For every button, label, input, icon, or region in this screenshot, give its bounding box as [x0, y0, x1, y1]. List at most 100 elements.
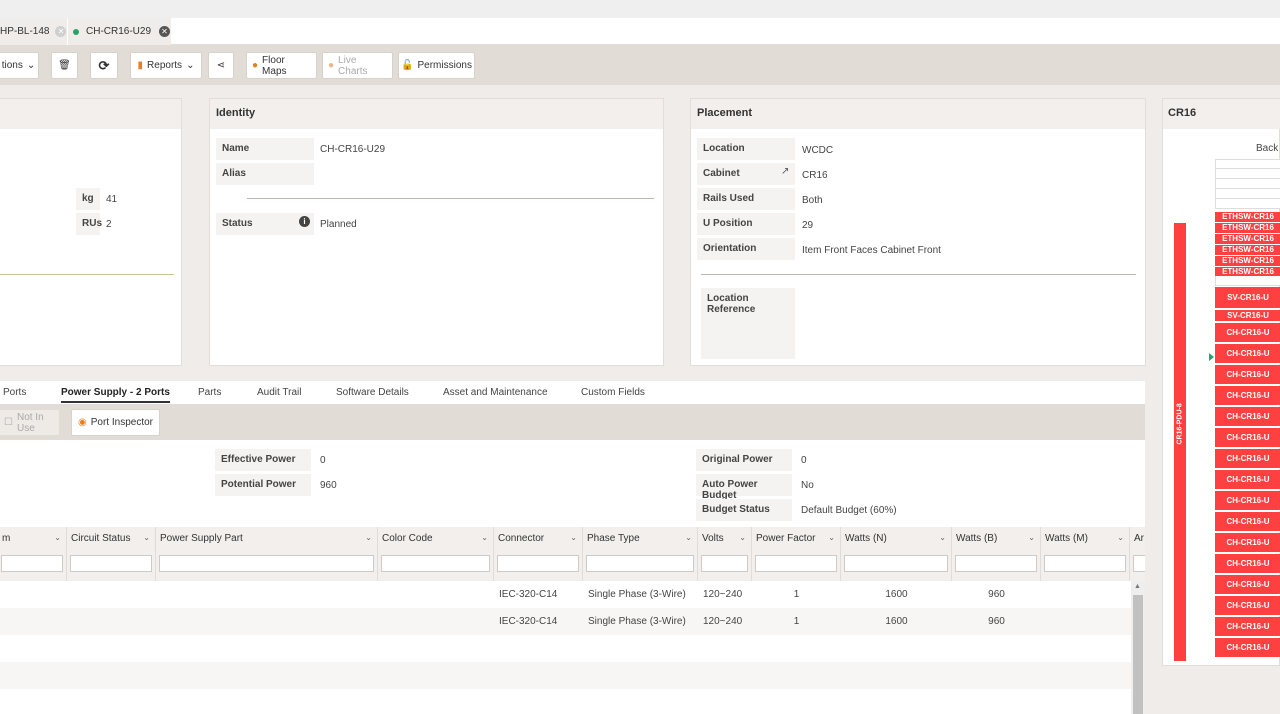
rack-device-slot[interactable]: CH-CR16-U	[1215, 449, 1280, 469]
column-filter-input[interactable]	[70, 555, 152, 572]
column-menu-icon[interactable]: ⌄	[739, 533, 746, 542]
rack-device-slot[interactable]: CH-CR16-U	[1215, 323, 1280, 343]
col-item-header[interactable]: m ⌄	[0, 527, 67, 581]
col-watts-b-header[interactable]: Watts (B) ⌄	[952, 527, 1041, 581]
column-menu-icon[interactable]: ⌄	[685, 533, 692, 542]
rack-device-slot[interactable]: CH-CR16-U	[1215, 617, 1280, 637]
rack-device-slot[interactable]: CH-CR16-U	[1215, 428, 1280, 448]
column-menu-icon[interactable]: ⌄	[365, 533, 372, 542]
rack-device-slot[interactable]: CH-CR16-U	[1215, 470, 1280, 490]
rack-device-slot[interactable]: ETHSW-CR16	[1215, 234, 1280, 245]
tab-ch-cr16-u29[interactable]: CH-CR16-U29 ✕	[67, 18, 171, 45]
rack-device-slot[interactable]: ETHSW-CR16	[1215, 223, 1280, 234]
rack-device-slot[interactable]: CH-CR16-U	[1215, 554, 1280, 574]
empty-slot[interactable]	[1215, 189, 1280, 199]
not-in-use-button[interactable]: ☐ Not In Use	[0, 409, 60, 436]
col-phase-type-header[interactable]: Phase Type ⌄	[583, 527, 698, 581]
rack-device-slot[interactable]: ETHSW-CR16	[1215, 256, 1280, 267]
pdu-strip[interactable]: CR16-PDU-8	[1174, 223, 1186, 661]
col-watts-n-header[interactable]: Watts (N) ⌄	[841, 527, 952, 581]
column-menu-icon[interactable]: ⌄	[828, 533, 835, 542]
column-filter-input[interactable]	[159, 555, 374, 572]
tab-custom-fields[interactable]: Custom Fields	[581, 387, 645, 398]
permissions-button[interactable]: 🔓 Permissions	[398, 52, 475, 79]
column-filter-input[interactable]	[1044, 555, 1126, 572]
column-menu-icon[interactable]: ⌄	[1028, 533, 1035, 542]
floor-maps-button[interactable]: ● Floor Maps	[246, 52, 317, 79]
refresh-button[interactable]: ⟳	[90, 52, 118, 79]
column-filter-input[interactable]	[755, 555, 837, 572]
col-volts-header[interactable]: Volts ⌄	[698, 527, 752, 581]
empty-slot[interactable]	[1215, 199, 1280, 209]
column-menu-icon[interactable]: ⌄	[54, 533, 61, 542]
operations-menu-button[interactable]: tions ⌄	[0, 52, 39, 79]
col-color-code-header[interactable]: Color Code ⌄	[378, 527, 494, 581]
tab-asset-maintenance[interactable]: Asset and Maintenance	[443, 387, 548, 398]
column-filter-input[interactable]	[1, 555, 63, 572]
orientation-value[interactable]: Item Front Faces Cabinet Front	[802, 245, 941, 256]
column-menu-icon[interactable]: ⌄	[481, 533, 488, 542]
name-value[interactable]: CH-CR16-U29	[320, 144, 385, 155]
scrollbar-thumb[interactable]	[1133, 595, 1143, 714]
external-link-icon[interactable]: ↗	[781, 166, 789, 177]
scroll-up-icon[interactable]: ▲	[1134, 583, 1141, 590]
empty-slot[interactable]	[1215, 179, 1280, 189]
rack-device-slot[interactable]: CH-CR16-U	[1215, 344, 1280, 364]
column-menu-icon[interactable]: ⌄	[1117, 533, 1124, 542]
table-row[interactable]	[0, 635, 1131, 662]
table-row[interactable]	[0, 662, 1131, 689]
column-menu-icon[interactable]: ⌄	[143, 533, 150, 542]
table-row[interactable]	[0, 689, 1131, 714]
table-row[interactable]: IEC-320-C14 Single Phase (3-Wire) 120~240 1…	[0, 608, 1131, 635]
table-row[interactable]: IEC-320-C14 Single Phase (3-Wire) 120~240 1…	[0, 581, 1131, 608]
port-inspector-button[interactable]: ◉ Port Inspector	[71, 409, 160, 436]
rack-device-slot[interactable]: SV-CR16-U	[1215, 287, 1280, 309]
tab-power-supply[interactable]: Power Supply - 2 Ports	[61, 387, 170, 403]
info-icon[interactable]: i	[299, 216, 310, 227]
col-connector-header[interactable]: Connector ⌄	[494, 527, 583, 581]
rack-device-slot[interactable]: ETHSW-CR16	[1215, 212, 1280, 223]
empty-slot[interactable]	[1215, 276, 1280, 286]
col-power-factor-header[interactable]: Power Factor ⌄	[752, 527, 841, 581]
column-filter-input[interactable]	[955, 555, 1037, 572]
column-filter-input[interactable]	[497, 555, 579, 572]
u-position-value[interactable]: 29	[802, 220, 813, 231]
empty-slot[interactable]	[1215, 159, 1280, 169]
rack-device-slot[interactable]: CH-CR16-U	[1215, 533, 1280, 553]
rack-device-slot[interactable]: SV-CR16-U	[1215, 310, 1280, 322]
delete-button[interactable]: 🗑	[51, 52, 78, 79]
location-value[interactable]: WCDC	[802, 145, 833, 156]
rack-device-slot[interactable]: CH-CR16-U	[1215, 512, 1280, 532]
tab-audit-trail[interactable]: Audit Trail	[257, 387, 301, 398]
col-watts-m-header[interactable]: Watts (M) ⌄	[1041, 527, 1130, 581]
status-value[interactable]: Planned	[320, 219, 357, 230]
close-icon[interactable]: ✕	[159, 26, 171, 37]
column-filter-input[interactable]	[381, 555, 490, 572]
col-amps-header[interactable]: Ar	[1130, 527, 1145, 581]
rack-device-slot[interactable]: ETHSW-CR16	[1215, 245, 1280, 256]
reports-menu-button[interactable]: ▮ Reports ⌄	[130, 52, 202, 79]
col-circuit-status-header[interactable]: Circuit Status ⌄	[67, 527, 156, 581]
tab-software-details[interactable]: Software Details	[336, 387, 409, 398]
column-filter-input[interactable]	[586, 555, 694, 572]
col-power-supply-part-header[interactable]: Power Supply Part ⌄	[156, 527, 378, 581]
vertical-scrollbar[interactable]: ▲	[1131, 581, 1145, 714]
rack-device-slot[interactable]: CH-CR16-U	[1215, 596, 1280, 616]
rack-device-slot[interactable]: CH-CR16-U	[1215, 638, 1280, 658]
empty-slot[interactable]	[1215, 169, 1280, 179]
tab-hp-bl-148[interactable]: HP-BL-148 ✕	[0, 18, 67, 45]
column-filter-input[interactable]	[844, 555, 948, 572]
column-filter-input[interactable]	[1133, 555, 1145, 572]
rack-device-slot[interactable]: CH-CR16-U	[1215, 407, 1280, 427]
column-menu-icon[interactable]: ⌄	[939, 533, 946, 542]
column-filter-input[interactable]	[701, 555, 748, 572]
rails-value[interactable]: Both	[802, 195, 823, 206]
close-icon[interactable]: ✕	[55, 26, 67, 37]
share-button[interactable]: ⋖	[208, 52, 234, 79]
rack-device-slot[interactable]: CH-CR16-U	[1215, 365, 1280, 385]
column-menu-icon[interactable]: ⌄	[570, 533, 577, 542]
tab-ports[interactable]: Ports	[3, 387, 26, 398]
rack-device-slot[interactable]: CH-CR16-U	[1215, 491, 1280, 511]
rack-device-slot[interactable]: CH-CR16-U	[1215, 575, 1280, 595]
cabinet-value[interactable]: CR16	[802, 170, 828, 181]
